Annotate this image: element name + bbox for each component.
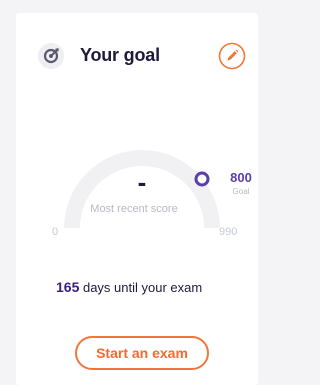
gauge-min-label: 0 — [52, 226, 59, 238]
days-suffix: days until your exam — [79, 280, 203, 295]
gauge-max-label: 990 — [219, 226, 238, 238]
recent-score-value: - — [137, 167, 147, 197]
goal-score-value: 800 — [230, 170, 252, 185]
days-count: 165 — [56, 279, 80, 295]
goal-marker — [194, 171, 210, 187]
start-exam-button[interactable]: Start an exam — [75, 336, 209, 370]
score-gauge — [64, 150, 220, 229]
goal-score-label: Goal — [232, 187, 250, 196]
goal-card: Your goal - Most recent score 0 990 800 … — [16, 13, 258, 385]
exam-countdown: 165 days until your exam — [56, 279, 202, 295]
recent-score-label: Most recent score — [90, 203, 178, 215]
